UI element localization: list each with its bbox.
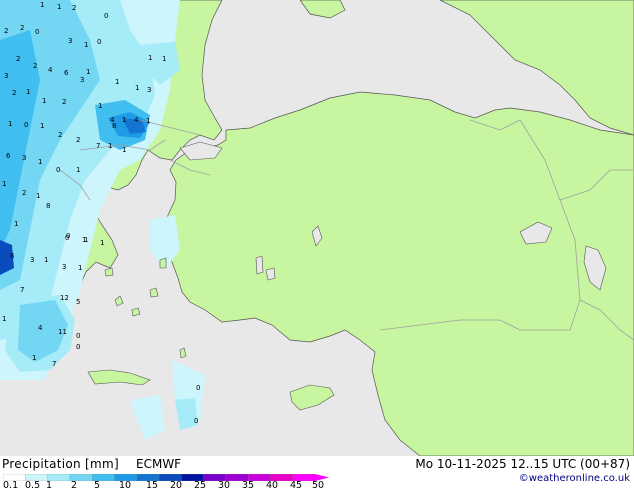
precip-value-label: 7 (96, 142, 100, 150)
credit-link[interactable]: ©weatheronline.co.uk (519, 473, 630, 484)
precip-value-label: 1 (135, 84, 139, 92)
precip-value-label: 5 (76, 298, 80, 306)
precip-value-label: 0 (196, 384, 200, 392)
legend-tick-label: 2 (71, 480, 78, 490)
precip-value-label: 2 (76, 136, 80, 144)
precip-value-label: 1 (146, 117, 150, 125)
precip-value-label: 1 (8, 120, 12, 128)
precip-value-label: 3 (30, 256, 34, 264)
precip-value-label: 8 (46, 202, 50, 210)
precip-value-label: 11 (58, 328, 67, 336)
legend-tick-label: 15 (146, 480, 159, 490)
precip-value-label: 1 (40, 1, 44, 9)
precip-value-label: 1 (122, 146, 126, 154)
legend-tick-label: 45 (290, 480, 303, 490)
weather-map: 1 1 2022 03 0122 43 6 11 1132 11 2 11 3481 4 11 0 1227 1 1… (0, 0, 634, 456)
legend-tick-label: 35 (242, 480, 255, 490)
precip-value-label: 7 (20, 286, 24, 294)
precip-value-label: 1 (14, 220, 18, 228)
precip-value-label: 1 (38, 158, 42, 166)
precip-value-label: 1 (57, 3, 61, 11)
precip-value-label: 1 (36, 192, 40, 200)
precip-value-label: 1 (122, 116, 126, 124)
precip-value-label: 1 (84, 236, 88, 244)
precip-value-label: 4 (48, 66, 53, 74)
legend-tick-label: 5 (94, 480, 101, 490)
legend-tick-label: 1 (46, 480, 53, 490)
legend-tick-label: 40 (266, 480, 279, 490)
precip-value-label: 1 (76, 166, 80, 174)
precip-value-label: 0 (97, 38, 101, 46)
precip-value-label: 0 (24, 121, 28, 129)
precip-value-label: 0 (76, 332, 80, 340)
precip-value-label: 1 (26, 88, 30, 96)
legend-tick-label: 10 (119, 480, 132, 490)
precip-value-label: 1 (44, 256, 48, 264)
legend-tick-label: 50 (312, 480, 325, 490)
precip-value-label: 1 (162, 55, 166, 63)
precip-value-label: 2 (16, 55, 20, 63)
precip-value-label: 6 (10, 252, 15, 260)
map-title: Precipitation [mm] (2, 457, 119, 471)
precip-value-label: 0 (56, 166, 60, 174)
precip-value-label: 2 (72, 4, 76, 12)
precip-value-label: 1 (108, 142, 112, 150)
precip-value-label: 7 (52, 360, 56, 368)
precip-value-label: 3 (147, 86, 151, 94)
precip-value-label: 1 (78, 264, 82, 272)
legend-tick-label: 25 (194, 480, 207, 490)
precip-value-label: 1 (115, 78, 119, 86)
precip-value-label: 3 (4, 72, 8, 80)
precip-value-label: 6 (6, 152, 11, 160)
legend-tick-label: 0.1 (3, 480, 19, 490)
precip-value-label: 4 (134, 116, 139, 124)
precip-value-label: 2 (58, 131, 62, 139)
precip-value-label: 3 (68, 37, 72, 45)
precip-value-label: 2 (22, 189, 26, 197)
precip-value-label: 6 (64, 69, 69, 77)
precip-value-label: 1 (86, 68, 90, 76)
precip-value-label: 0 (76, 343, 80, 351)
precip-value-label: 4 (38, 324, 43, 332)
precip-value-label: 1 (84, 41, 88, 49)
precip-value-label: 1 (32, 354, 36, 362)
legend-tick-label: 20 (170, 480, 183, 490)
precip-value-label: 1 (148, 54, 152, 62)
precip-value-label: 0 (35, 28, 39, 36)
precip-value-label: 2 (12, 89, 16, 97)
precip-value-label: 0 (65, 234, 69, 242)
precip-value-label: 1 (100, 239, 104, 247)
precip-value-label: 2 (4, 27, 8, 35)
precip-value-label: 1 (98, 102, 102, 110)
map-app: 1120220301224361111321121134814110122711… (0, 0, 634, 490)
precip-value-label: 1 (40, 122, 44, 130)
precip-value-label: 0 (104, 12, 108, 20)
precip-value-label: 2 (33, 62, 37, 70)
precip-value-label: 3 (80, 76, 84, 84)
precip-value-label: 8 (112, 122, 116, 130)
precip-value-label: 1 (2, 315, 6, 323)
model-name: ECMWF (136, 457, 182, 471)
precip-value-label: 1 (2, 180, 6, 188)
precip-value-label: 2 (62, 98, 66, 106)
precip-value-label: 3 (22, 154, 26, 162)
precip-value-label: 1 (42, 97, 46, 105)
valid-time: Mo 10-11-2025 12..15 UTC (00+87) (415, 457, 630, 471)
precip-value-label: 0 (194, 417, 198, 425)
precip-value-label: 3 (62, 263, 66, 271)
legend-tick-label: 30 (218, 480, 231, 490)
precip-value-label: 2 (20, 24, 24, 32)
legend-tick-label: 0.5 (25, 480, 41, 490)
precip-value-label: 12 (60, 294, 69, 302)
